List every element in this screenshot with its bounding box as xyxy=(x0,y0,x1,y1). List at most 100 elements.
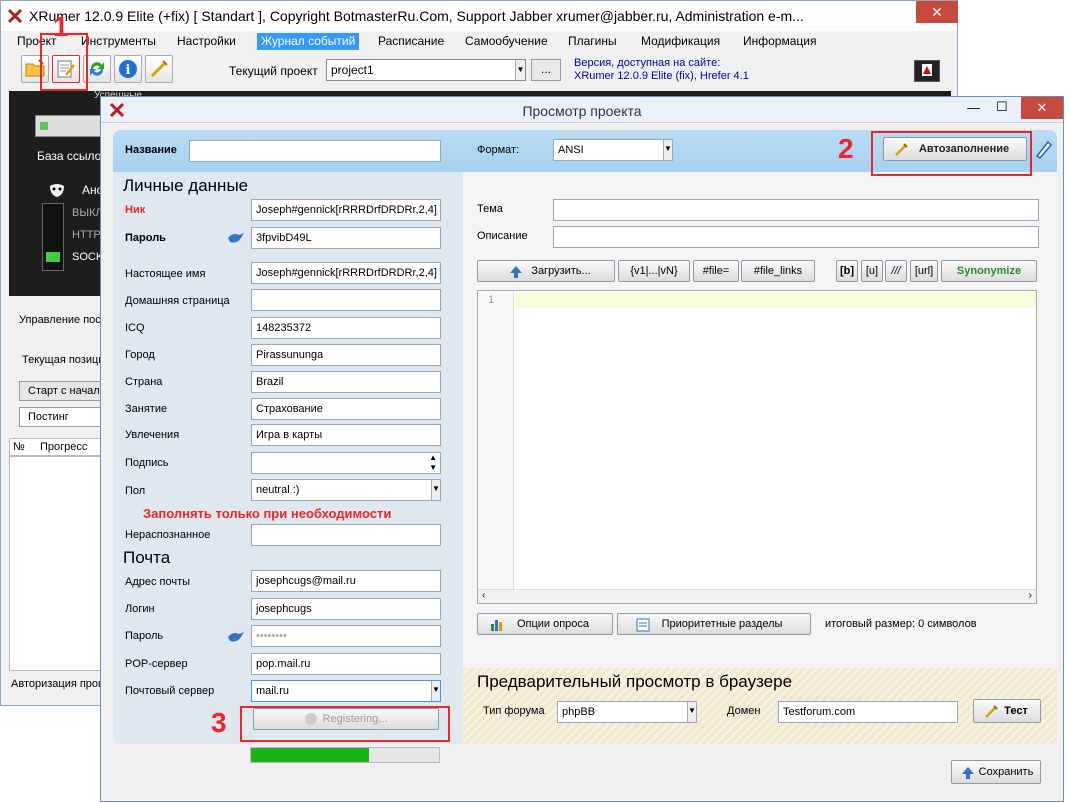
mail-server-label: Почтовый сервер xyxy=(125,685,215,697)
random-syntax-button[interactable]: {v1|...|vN} xyxy=(618,260,690,282)
annotation-box-3 xyxy=(240,706,450,742)
domain-input[interactable]: Testforum.com xyxy=(778,701,958,723)
project-select[interactable]: project1 ▼ xyxy=(326,59,526,81)
project-browse-button[interactable]: ... xyxy=(531,59,561,81)
dialog-close-button[interactable]: ✕ xyxy=(1021,97,1063,119)
domain-label: Домен xyxy=(727,705,761,717)
maximize-icon[interactable]: ☐ xyxy=(996,99,1008,115)
proxy-switch[interactable] xyxy=(42,203,64,271)
forum-type-label: Тип форума xyxy=(483,705,545,717)
bird-icon[interactable] xyxy=(227,231,245,245)
menu-schedule[interactable]: Расписание xyxy=(378,34,444,48)
menu-self-learning[interactable]: Самообучение xyxy=(465,34,548,48)
chevron-down-icon: ▼ xyxy=(663,140,672,160)
start-button[interactable]: Старт с начал xyxy=(19,381,109,401)
project-view-dialog: Просмотр проекта — ☐ ✕ Название Формат: … xyxy=(100,96,1064,802)
bird-icon[interactable] xyxy=(227,630,245,644)
project-value: project1 xyxy=(331,63,374,77)
proxy-http-label: HTTP xyxy=(72,229,101,241)
horizontal-scrollbar[interactable]: ‹ › xyxy=(478,589,1036,603)
personal-section-title: Личные данные xyxy=(123,176,249,195)
register-progress-fill xyxy=(251,748,370,762)
password-input[interactable]: 3fpvibD49L xyxy=(251,227,441,249)
alert-button[interactable] xyxy=(914,60,940,82)
pop-server-input[interactable]: pop.mail.ru xyxy=(251,653,441,675)
register-progress-bar xyxy=(250,747,440,763)
upload-button[interactable]: Загрузить... xyxy=(477,260,615,282)
name-label: Название xyxy=(125,144,177,156)
country-label: Страна xyxy=(125,376,163,388)
homepage-input[interactable] xyxy=(251,289,441,311)
main-toolbar: i Текущий проект project1 ▼ ... Версия, д… xyxy=(9,52,949,90)
format-select[interactable]: ANSI ▼ xyxy=(553,139,673,161)
menu-modification[interactable]: Модификация xyxy=(641,34,720,48)
synonymize-button[interactable]: Synonymize xyxy=(941,260,1037,282)
unrecognized-input[interactable] xyxy=(251,524,441,546)
save-button[interactable]: Сохранить xyxy=(951,760,1041,784)
annotation-box-2 xyxy=(871,131,1032,176)
mail-password-input[interactable]: •••••••• xyxy=(251,625,441,647)
scroll-right-icon[interactable]: › xyxy=(1029,590,1032,601)
subject-input[interactable] xyxy=(553,199,1039,221)
info-button[interactable]: i xyxy=(114,55,142,83)
file-macro-button[interactable]: #file= xyxy=(693,260,739,282)
forum-type-value: phpBB xyxy=(562,706,596,718)
version-line-2: XRumer 12.0.9 Elite (fix), Hrefer 4.1 xyxy=(574,70,749,82)
file-links-button[interactable]: #file_links xyxy=(741,260,815,282)
dialog-titlebar: Просмотр проекта — ☐ ✕ xyxy=(101,97,1063,123)
email-label: Адрес почты xyxy=(125,576,191,588)
preview-band: Предварительный просмотр в браузере Тип … xyxy=(463,668,1057,744)
column-progress: Прогресс xyxy=(40,441,88,453)
email-input[interactable]: josephcugs@mail.ru xyxy=(251,570,441,592)
settings-wand-button[interactable] xyxy=(145,55,173,83)
progress-table xyxy=(9,456,104,671)
nick-input[interactable]: Joseph#gennick[rRRRDrfDRDRr,2,4] xyxy=(251,199,441,221)
right-panel: Тема Описание Загрузить... {v1|...|vN} #… xyxy=(463,172,1057,668)
occupation-input[interactable]: Страхование xyxy=(251,398,441,420)
city-input[interactable]: Pirassununga xyxy=(251,344,441,366)
description-input[interactable] xyxy=(553,226,1039,248)
mail-server-select[interactable]: mail.ru ▼ xyxy=(251,680,441,702)
gender-value: neutral :) xyxy=(256,484,300,496)
hobbies-input[interactable]: Игра в карты xyxy=(251,424,441,446)
mode-select[interactable]: Постинг xyxy=(19,407,109,427)
format-label: Формат: xyxy=(477,144,520,156)
login-input[interactable]: josephcugs xyxy=(251,598,441,620)
underline-button[interactable]: [u] xyxy=(861,260,883,282)
menu-tools[interactable]: Инструменты xyxy=(81,34,156,48)
annotation-number-1: 1 xyxy=(53,11,69,42)
spinner-icon[interactable]: ▲ ▼ xyxy=(429,453,437,473)
main-window-title: XRumer 12.0.9 Elite (+fix) [ Standart ],… xyxy=(29,8,804,24)
message-editor[interactable]: 1 ‹ › xyxy=(477,290,1037,604)
forum-type-select[interactable]: phpBB ▼ xyxy=(557,701,697,723)
priority-sections-button[interactable]: Приоритетные разделы xyxy=(617,613,811,635)
status-text: Авторизация проц xyxy=(11,678,105,690)
real-name-input[interactable]: Joseph#gennick[rRRRDrfDRDRr,2,4] xyxy=(251,262,441,284)
poll-options-button[interactable]: Опции опроса xyxy=(477,613,613,635)
gender-select[interactable]: neutral :) ▼ xyxy=(251,479,441,501)
country-input[interactable]: Brazil xyxy=(251,371,441,393)
menu-information[interactable]: Информация xyxy=(743,34,816,48)
hobbies-label: Увлечения xyxy=(125,429,180,441)
scroll-left-icon[interactable]: ‹ xyxy=(482,590,485,601)
icq-input[interactable]: 148235372 xyxy=(251,317,441,339)
menu-settings[interactable]: Настройки xyxy=(177,34,236,48)
version-info[interactable]: Версия, доступная на сайте: XRumer 12.0.9… xyxy=(574,57,749,83)
sections-icon xyxy=(636,618,650,632)
column-number: № xyxy=(13,441,25,453)
bold-button[interactable]: [b] xyxy=(836,260,858,282)
main-close-button[interactable]: ✕ xyxy=(916,1,958,23)
test-button[interactable]: Тест xyxy=(973,699,1041,723)
url-button[interactable]: [url] xyxy=(910,260,938,282)
proxy-socks-label: SOCK xyxy=(72,251,104,263)
minimize-icon[interactable]: — xyxy=(967,100,980,115)
pen-icon[interactable] xyxy=(1033,138,1053,160)
optional-note: Заполнять только при необходимости xyxy=(143,506,392,521)
italic-button[interactable]: /// xyxy=(885,260,907,282)
menu-event-log[interactable]: Журнал событий xyxy=(257,33,360,50)
name-input[interactable] xyxy=(189,140,441,162)
menu-plugins[interactable]: Плагины xyxy=(568,34,617,48)
progress-table-header: № Прогресс xyxy=(9,438,104,456)
signature-input[interactable]: ▲ ▼ xyxy=(251,452,441,474)
homepage-label: Домашняя страница xyxy=(125,295,230,307)
